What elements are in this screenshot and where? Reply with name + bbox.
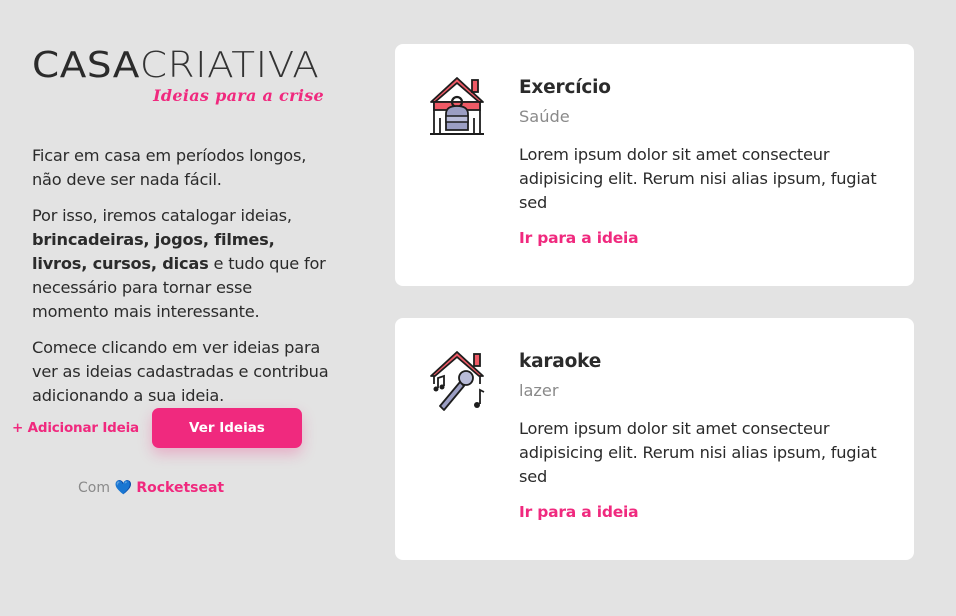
idea-description: Lorem ipsum dolor sit amet consecteur ad… <box>519 419 877 486</box>
logo[interactable]: CASACRIATIVA Ideias para a crise <box>32 40 332 112</box>
rocketseat-link[interactable]: Rocketseat <box>136 480 224 496</box>
idea-title: Exercício <box>519 77 611 98</box>
intro-paragraph-3: Comece clicando em ver ideias para ver a… <box>32 338 329 405</box>
go-to-idea-link[interactable]: Ir para a ideia <box>519 229 639 247</box>
house-dumbbell-icon <box>426 74 488 138</box>
ideas-list: Exercício Saúde Lorem ipsum dolor sit am… <box>395 44 914 592</box>
sidebar: CASACRIATIVA Ideias para a crise Ficar e… <box>32 40 332 420</box>
house-microphone-icon <box>426 348 488 412</box>
idea-card: Exercício Saúde Lorem ipsum dolor sit am… <box>395 44 914 286</box>
intro-paragraph-1: Ficar em casa em períodos longos, não de… <box>32 146 307 189</box>
credit-line: Com 💙 Rocketseat <box>78 480 225 496</box>
intro-text: Ficar em casa em períodos longos, não de… <box>32 144 332 408</box>
blue-heart-icon: 💙 <box>114 480 132 496</box>
add-idea-link[interactable]: + Adicionar Ideia <box>12 420 139 436</box>
idea-card-body: Exercício Saúde Lorem ipsum dolor sit am… <box>519 74 879 247</box>
idea-card: karaoke lazer Lorem ipsum dolor sit amet… <box>395 318 914 560</box>
idea-category: Saúde <box>519 107 570 126</box>
logo-wordmark: CASACRIATIVA <box>32 45 320 86</box>
intro-paragraph-2: Por isso, iremos catalogar ideias, brinc… <box>32 206 326 321</box>
view-ideas-button[interactable]: Ver Ideias <box>151 408 302 448</box>
idea-description: Lorem ipsum dolor sit amet consecteur ad… <box>519 145 877 212</box>
idea-category: lazer <box>519 381 559 400</box>
action-bar: + Adicionar Ideia Ver Ideias <box>12 408 302 448</box>
go-to-idea-link[interactable]: Ir para a ideia <box>519 503 639 521</box>
idea-card-body: karaoke lazer Lorem ipsum dolor sit amet… <box>519 348 879 521</box>
logo-tagline: Ideias para a crise <box>153 86 324 105</box>
idea-title: karaoke <box>519 351 602 372</box>
